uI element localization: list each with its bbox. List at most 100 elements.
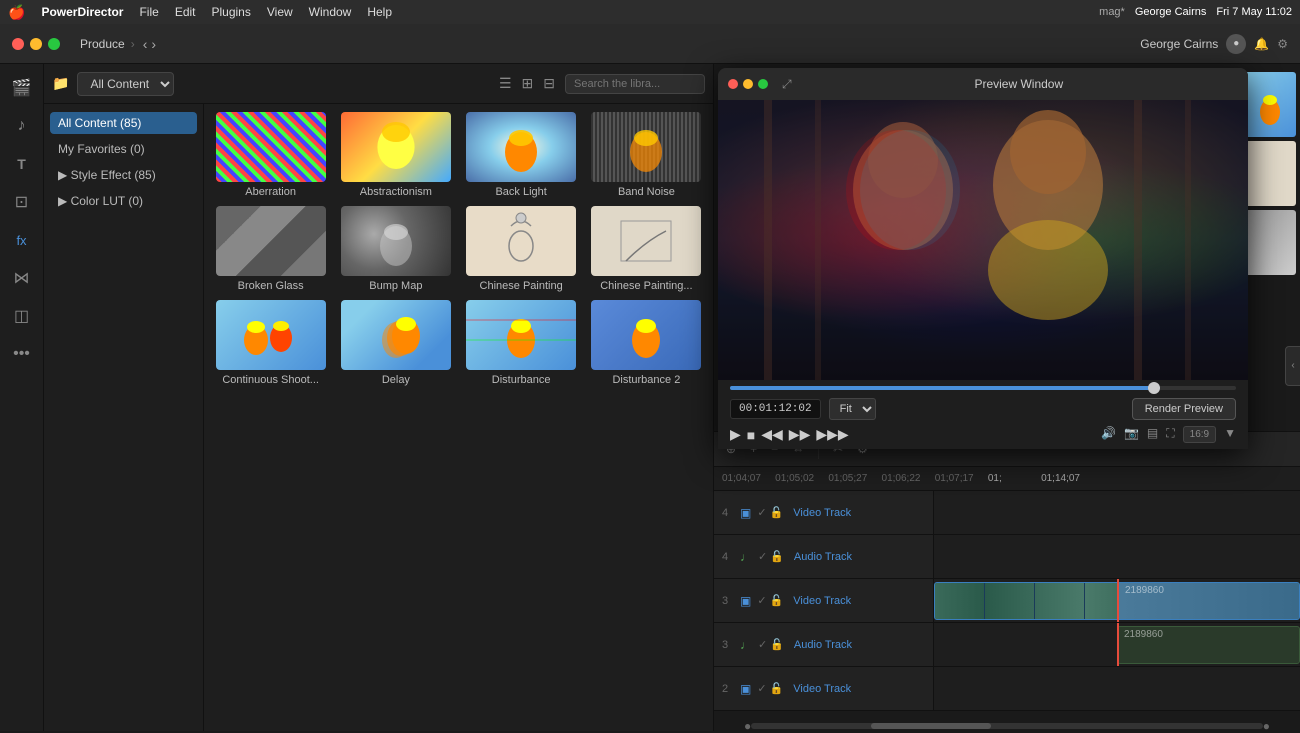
rewind-button[interactable]: ◀◀ <box>761 426 783 443</box>
effect-continuousshoot[interactable]: Continuous Shoot... <box>212 300 329 386</box>
fullscreen-icon[interactable]: ⛶ <box>1166 426 1174 443</box>
effect-bandnoise[interactable]: Band Noise <box>588 112 705 198</box>
forward-button[interactable]: › <box>151 36 156 52</box>
track-3-audio-clip[interactable]: 2189860 <box>1117 626 1300 664</box>
track-4-video-content[interactable] <box>934 491 1300 534</box>
track-4-video-lock[interactable]: 🔓 <box>770 506 784 519</box>
effect-aberration-label: Aberration <box>245 186 296 198</box>
effect-delay[interactable]: Delay <box>337 300 454 386</box>
sidebar-item-transition[interactable]: ⋈ <box>6 262 38 294</box>
effect-brokenglass[interactable]: Broken Glass <box>212 206 329 292</box>
menu-edit[interactable]: Edit <box>175 5 196 19</box>
fit-dropdown[interactable]: Fit <box>829 398 876 420</box>
effect-abstractionism[interactable]: Abstractionism <box>337 112 454 198</box>
aspect-dropdown-icon[interactable]: ▼ <box>1224 426 1236 443</box>
more-icon: ••• <box>13 345 30 363</box>
track-3-audio-toggle[interactable]: ✓ <box>758 638 767 651</box>
search-input[interactable] <box>565 74 705 94</box>
grid-view-button[interactable]: ⊞ <box>520 73 536 94</box>
track-2-video-lock[interactable]: 🔓 <box>770 682 784 695</box>
filter-all-content[interactable]: All Content (85) <box>50 112 197 134</box>
effect-backlight[interactable]: Back Light <box>463 112 580 198</box>
preview-close-button[interactable] <box>728 79 738 89</box>
track-4-audio-content[interactable] <box>934 535 1300 578</box>
sidebar-item-text[interactable]: T <box>6 148 38 180</box>
effect-chinesepainting2[interactable]: Chinese Painting... <box>588 206 705 292</box>
window-maximize-button[interactable] <box>48 38 60 50</box>
settings-icon[interactable]: ⚙ <box>1277 37 1288 51</box>
preview-maximize-button[interactable] <box>758 79 768 89</box>
effect-brokenglass-label: Broken Glass <box>238 280 304 292</box>
preview-expand-icon[interactable]: ⤢ <box>782 77 792 92</box>
transition-icon: ⋈ <box>14 268 30 288</box>
track-row-2-video: 2 ▣ ✓ 🔓 Video Track <box>714 667 1300 711</box>
effect-chinesepainting2-thumb <box>591 206 701 276</box>
progress-bar[interactable] <box>730 386 1236 390</box>
step-forward-button[interactable]: ▶▶ <box>789 426 811 443</box>
effect-disturbance2[interactable]: Disturbance 2 <box>588 300 705 386</box>
user-avatar[interactable]: ● <box>1226 34 1246 54</box>
folder-button[interactable]: 📁 <box>52 75 69 92</box>
content-filter-dropdown[interactable]: All Content <box>77 72 174 96</box>
render-preview-button[interactable]: Render Preview <box>1132 398 1236 420</box>
track-2-video-number: 2 <box>722 683 734 695</box>
sidebar-item-media[interactable]: 🎬 <box>6 72 38 104</box>
snapshot-icon[interactable]: 📷 <box>1124 426 1139 443</box>
apple-menu[interactable]: 🍎 <box>8 4 25 21</box>
menu-view[interactable]: View <box>267 5 293 19</box>
preview-minimize-button[interactable] <box>743 79 753 89</box>
filter-color-lut[interactable]: ▶ Color LUT (0) <box>50 190 197 212</box>
track-2-video-content[interactable] <box>934 667 1300 710</box>
playhead-line-audio[interactable] <box>1117 623 1119 666</box>
sidebar-item-overlay[interactable]: ◫ <box>6 300 38 332</box>
volume-icon[interactable]: 🔊 <box>1101 426 1116 443</box>
back-button[interactable]: ‹ <box>143 36 148 52</box>
track-4-audio-toggle[interactable]: ✓ <box>758 550 767 563</box>
effect-bumpmap-thumb <box>341 206 451 276</box>
ruler-mark-0: 01;04;07 <box>722 473 775 484</box>
content-panel: 📁 All Content ☰ ⊞ ⊟ All Content (85) My … <box>44 64 714 731</box>
track-2-video-toggle[interactable]: ✓ <box>757 682 766 695</box>
menu-help[interactable]: Help <box>367 5 392 19</box>
pip-icon: ⊡ <box>15 192 28 212</box>
sidebar-item-audio[interactable]: ♪ <box>6 110 38 142</box>
track-row-3-audio: 3 ♩ ✓ 🔓 Audio Track 2189860 <box>714 623 1300 667</box>
progress-handle[interactable] <box>1148 382 1160 394</box>
track-3-video-content[interactable]: 2189860 <box>934 579 1300 622</box>
notifications-icon[interactable]: 🔔 <box>1254 37 1269 51</box>
sidebar-item-pip[interactable]: ⊡ <box>6 186 38 218</box>
effect-chinesepainting[interactable]: Chinese Painting <box>463 206 580 292</box>
effect-aberration[interactable]: Aberration <box>212 112 329 198</box>
effect-bumpmap[interactable]: Bump Map <box>337 206 454 292</box>
window-minimize-button[interactable] <box>30 38 42 50</box>
window-close-button[interactable] <box>12 38 24 50</box>
effect-disturbance[interactable]: Disturbance <box>463 300 580 386</box>
sidebar-item-more[interactable]: ••• <box>6 338 38 370</box>
collapse-panel-button[interactable]: ‹ <box>1285 346 1300 386</box>
filter-style-effect[interactable]: ▶ Style Effect (85) <box>50 164 197 186</box>
filter-my-favorites[interactable]: My Favorites (0) <box>50 138 197 160</box>
stop-button[interactable]: ■ <box>747 427 755 443</box>
track-3-audio-content[interactable]: 2189860 <box>934 623 1300 666</box>
large-grid-button[interactable]: ⊟ <box>541 73 557 94</box>
fast-forward-button[interactable]: ▶▶▶ <box>816 426 848 443</box>
scrollbar-thumb[interactable] <box>871 723 991 729</box>
track-4-audio-lock[interactable]: 🔓 <box>770 550 784 563</box>
sidebar-item-fx[interactable]: fx <box>6 224 38 256</box>
captions-icon[interactable]: ▤ <box>1147 426 1158 443</box>
preview-window: ⤢ Preview Window <box>718 68 1248 449</box>
effect-disturbance-label: Disturbance <box>492 374 551 386</box>
track-3-video-lock[interactable]: 🔓 <box>770 594 784 607</box>
track-4-audio-header: 4 ♩ ✓ 🔓 Audio Track <box>714 535 934 578</box>
scrollbar-track[interactable] <box>751 723 1263 729</box>
track-3-audio-lock[interactable]: 🔓 <box>770 638 784 651</box>
playhead-line[interactable] <box>1117 579 1119 622</box>
menu-plugins[interactable]: Plugins <box>212 5 251 19</box>
play-button[interactable]: ▶ <box>730 426 741 443</box>
track-4-video-toggle[interactable]: ✓ <box>757 506 766 519</box>
menu-file[interactable]: File <box>139 5 158 19</box>
menu-window[interactable]: Window <box>309 5 352 19</box>
track-3-video-toggle[interactable]: ✓ <box>757 594 766 607</box>
produce-label[interactable]: Produce <box>80 37 125 51</box>
list-view-button[interactable]: ☰ <box>497 73 514 94</box>
